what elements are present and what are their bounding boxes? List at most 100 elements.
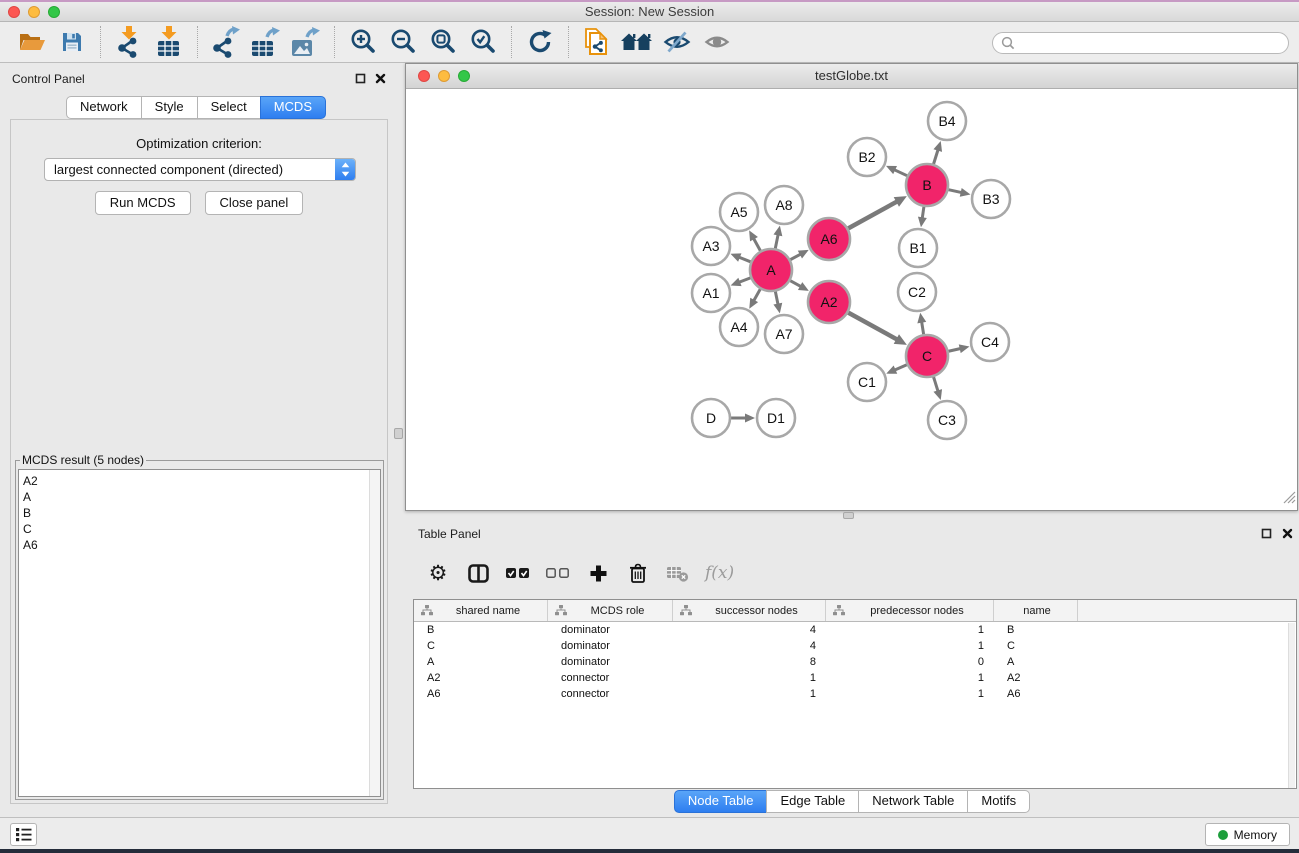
- unchecked-boxes-icon: [546, 568, 570, 579]
- minimize-view-icon[interactable]: [438, 70, 450, 82]
- mcds-result-group: MCDS result (5 nodes) A2ABCA6: [15, 453, 384, 800]
- maximize-view-icon[interactable]: [458, 70, 470, 82]
- optimization-select[interactable]: largest connected component (directed): [44, 158, 356, 181]
- deselect-all-button[interactable]: [545, 557, 571, 589]
- tab-select[interactable]: Select: [197, 96, 261, 119]
- tab-motifs[interactable]: Motifs: [967, 790, 1030, 813]
- zoom-selected-button[interactable]: [463, 24, 503, 60]
- table-scrollbar[interactable]: [1288, 623, 1295, 789]
- edge-A-A3[interactable]: [739, 257, 751, 262]
- table-cell: A2: [414, 672, 548, 684]
- edge-B-B3[interactable]: [948, 190, 961, 193]
- home-view-button[interactable]: [617, 24, 657, 60]
- edge-A-A4[interactable]: [754, 289, 761, 301]
- show-panels-button[interactable]: [697, 24, 737, 60]
- splitter-handle[interactable]: [394, 428, 403, 439]
- resize-grip-icon[interactable]: [1281, 489, 1296, 509]
- maximize-window-icon[interactable]: [48, 6, 60, 18]
- table-row[interactable]: Cdominator41C: [414, 638, 1296, 654]
- hide-panels-button[interactable]: [657, 24, 697, 60]
- edge-C-C4[interactable]: [948, 349, 960, 352]
- column-layout-button[interactable]: [465, 557, 491, 589]
- table-row[interactable]: Adominator80A: [414, 654, 1296, 670]
- column-header-successor-nodes[interactable]: successor nodes: [673, 600, 826, 621]
- export-network-button[interactable]: [206, 24, 246, 60]
- export-image-button[interactable]: [286, 24, 326, 60]
- task-history-button[interactable]: [10, 823, 37, 846]
- edge-A2-C[interactable]: [848, 313, 897, 340]
- open-file-button[interactable]: [12, 24, 52, 60]
- table-cell: 1: [826, 640, 994, 652]
- function-builder-button[interactable]: f(x): [705, 557, 734, 589]
- zoom-out-button[interactable]: [383, 24, 423, 60]
- tab-network[interactable]: Network: [66, 96, 142, 119]
- edge-C-C2[interactable]: [922, 322, 924, 335]
- edge-B-B1[interactable]: [922, 207, 924, 219]
- network-graph-canvas[interactable]: B4B2BB3B1A5A8A6A3AA1A2C2A4A7C4CC1C3DD1: [406, 89, 1297, 510]
- mcds-result-scrollbar[interactable]: [369, 470, 380, 796]
- edge-C-C3[interactable]: [934, 377, 938, 391]
- close-window-icon[interactable]: [8, 6, 20, 18]
- run-mcds-button[interactable]: Run MCDS: [95, 191, 191, 215]
- tab-style[interactable]: Style: [141, 96, 198, 119]
- edge-A-A8[interactable]: [775, 234, 778, 248]
- column-header-name[interactable]: name: [994, 600, 1078, 621]
- export-network-icon: [211, 26, 241, 58]
- mcds-result-item[interactable]: A6: [23, 537, 380, 553]
- refresh-button[interactable]: [520, 24, 560, 60]
- table-cell: A: [994, 656, 1078, 668]
- delete-column-button[interactable]: [625, 557, 651, 589]
- memory-label: Memory: [1234, 828, 1277, 842]
- mcds-result-item[interactable]: A: [23, 489, 380, 505]
- network-window-titlebar[interactable]: testGlobe.txt: [406, 64, 1297, 89]
- memory-button[interactable]: Memory: [1205, 823, 1290, 846]
- table-row[interactable]: A2connector11A2: [414, 670, 1296, 686]
- table-cell: 1: [826, 688, 994, 700]
- export-table-button[interactable]: [246, 24, 286, 60]
- minimize-window-icon[interactable]: [28, 6, 40, 18]
- clone-network-button[interactable]: [577, 24, 617, 60]
- column-header-shared-name[interactable]: shared name: [414, 600, 548, 621]
- edge-B-B2[interactable]: [894, 170, 907, 176]
- search-input[interactable]: [1015, 34, 1288, 52]
- edge-A-A1[interactable]: [739, 278, 750, 282]
- edge-A-A5[interactable]: [753, 238, 760, 250]
- close-panel-icon[interactable]: [1281, 527, 1294, 540]
- mcds-result-item[interactable]: C: [23, 521, 380, 537]
- node-label: B4: [938, 113, 955, 129]
- edge-A-A6[interactable]: [790, 254, 800, 260]
- select-all-button[interactable]: [505, 557, 531, 589]
- tab-node-table[interactable]: Node Table: [674, 790, 768, 813]
- node-label: A4: [730, 319, 747, 335]
- add-column-button[interactable]: [585, 557, 611, 589]
- zoom-in-button[interactable]: [343, 24, 383, 60]
- table-cell: B: [994, 624, 1078, 636]
- tab-edge-table[interactable]: Edge Table: [766, 790, 859, 813]
- delete-table-button[interactable]: [665, 557, 691, 589]
- mcds-result-item[interactable]: A2: [23, 473, 380, 489]
- table-row[interactable]: Bdominator41B: [414, 622, 1296, 638]
- search-field[interactable]: [992, 32, 1289, 54]
- edge-C-C1[interactable]: [895, 365, 907, 370]
- close-panel-button[interactable]: Close panel: [205, 191, 304, 215]
- save-session-button[interactable]: [52, 24, 92, 60]
- edge-A-A7[interactable]: [775, 292, 778, 305]
- column-header-MCDS-role[interactable]: MCDS role: [548, 600, 673, 621]
- tab-network-table[interactable]: Network Table: [858, 790, 968, 813]
- mcds-result-item[interactable]: B: [23, 505, 380, 521]
- zoom-selected-icon: [469, 28, 497, 56]
- table-settings-button[interactable]: ⚙: [425, 557, 451, 589]
- edge-B-B4[interactable]: [934, 150, 938, 164]
- column-header-predecessor-nodes[interactable]: predecessor nodes: [826, 600, 994, 621]
- edge-A6-B[interactable]: [848, 201, 897, 228]
- close-view-icon[interactable]: [418, 70, 430, 82]
- zoom-fit-button[interactable]: [423, 24, 463, 60]
- float-panel-icon[interactable]: [1260, 527, 1273, 540]
- import-network-button[interactable]: [109, 24, 149, 60]
- edge-A-A2[interactable]: [790, 281, 801, 287]
- close-panel-icon[interactable]: [374, 72, 387, 85]
- float-panel-icon[interactable]: [354, 72, 367, 85]
- import-table-button[interactable]: [149, 24, 189, 60]
- table-row[interactable]: A6connector11A6: [414, 686, 1296, 702]
- tab-mcds[interactable]: MCDS: [260, 96, 326, 119]
